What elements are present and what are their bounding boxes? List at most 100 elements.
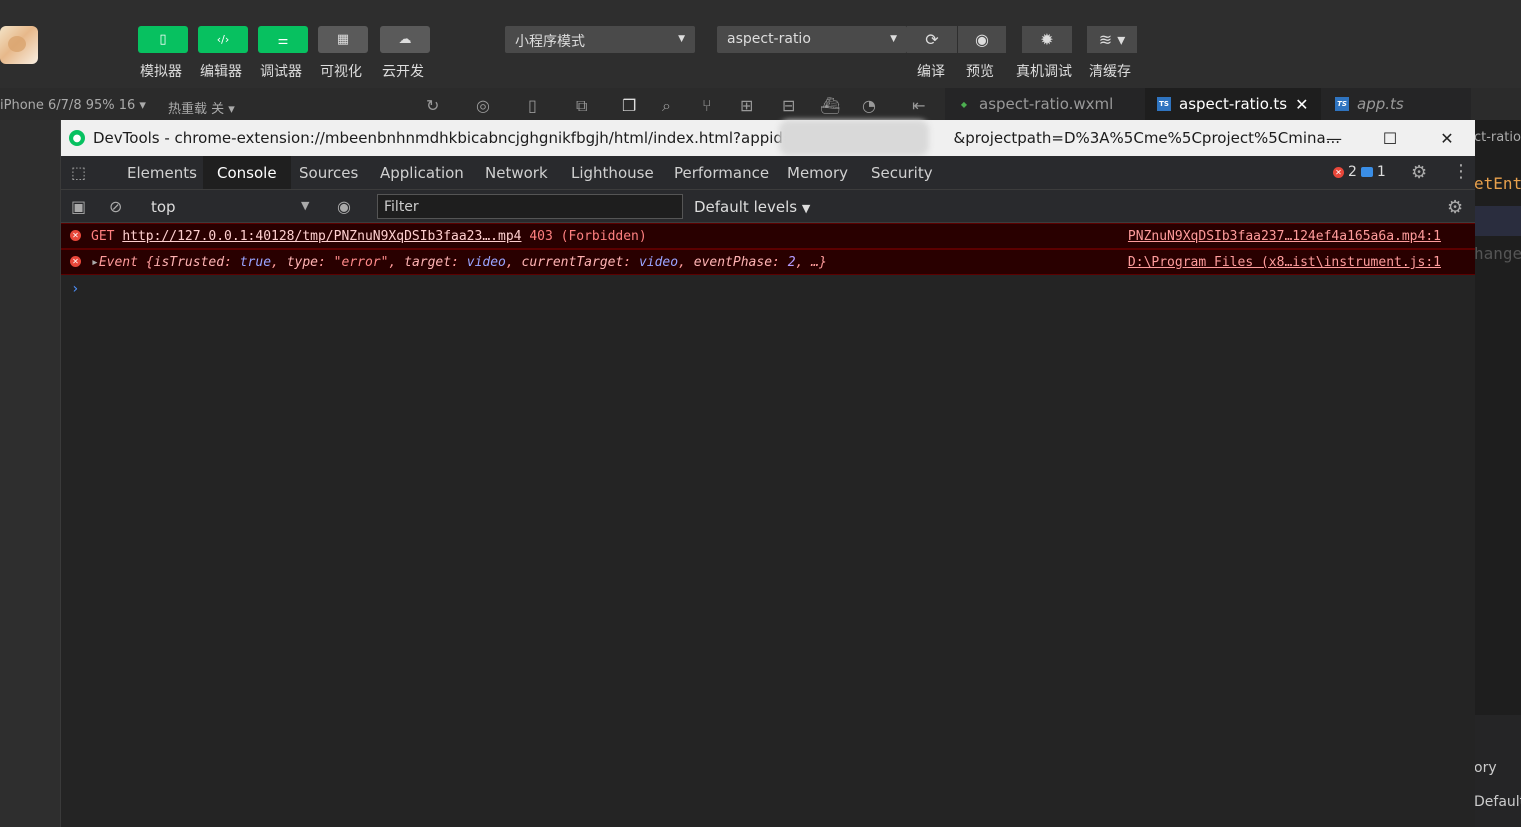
compile-mode-select[interactable]: aspect-ratio ▼ [717, 26, 907, 53]
cloud-label: 云开发 [382, 64, 424, 80]
device-select[interactable]: iPhone 6/7/8 95% 16 ▾ [0, 98, 146, 113]
editor-text: hange [1474, 244, 1521, 263]
stop-icon[interactable]: ◎ [476, 96, 490, 115]
source-link[interactable]: PNZnuN9XqDSIb3faa237…124ef4a165a6a.mp4:1 [1128, 229, 1441, 244]
editor-text: Default [1474, 794, 1521, 810]
more-icon[interactable]: ⋮ [1452, 161, 1470, 182]
source-link[interactable]: D:\Program Files (x8…ist\instrument.js:1 [1128, 255, 1441, 270]
editor-highlight [1474, 206, 1521, 236]
tab-security[interactable]: Security [857, 156, 947, 189]
http-method: GET [91, 229, 115, 244]
tab-aspect-ratio-ts[interactable]: TS aspect-ratio.ts ✕ [1145, 88, 1321, 120]
console-prompt[interactable]: › [71, 281, 79, 297]
storage-icon[interactable]: ⊟ [782, 96, 795, 115]
debugger-label: 调试器 [260, 64, 302, 80]
error-count: 2 [1348, 164, 1357, 180]
phone-icon[interactable]: ▯ [528, 96, 537, 115]
tab-performance[interactable]: Performance [660, 156, 783, 189]
clear-cache-button[interactable]: ≋ ▾ [1087, 26, 1137, 53]
rotate-icon[interactable]: ↻ [426, 96, 439, 115]
tab-network[interactable]: Network [471, 156, 562, 189]
console-toolbar: ▣ ⊘ top ▼ ◉ Default levels ▼ ⚙ [61, 190, 1475, 223]
docker-icon[interactable]: ⛴ [820, 96, 840, 115]
expand-triangle-icon[interactable]: ▸ [91, 255, 99, 270]
prop-value: true [239, 255, 272, 270]
tab-app-ts[interactable]: TS app.ts [1323, 88, 1471, 120]
filter-input[interactable] [377, 194, 683, 219]
bug-icon: ✹ [1040, 30, 1054, 49]
remote-debug-label: 真机调试 [1016, 64, 1072, 80]
search-icon[interactable]: ⌕ [662, 96, 671, 116]
chevron-down-icon: ▼ [678, 34, 685, 44]
title-left: DevTools - chrome-extension://mbeenbnhnm… [93, 129, 796, 147]
minimize-icon[interactable]: — [1319, 126, 1349, 150]
prop-value: "error" [333, 255, 389, 270]
cloud-button[interactable]: ☁ [380, 26, 430, 53]
clear-console-icon[interactable]: ⊘ [109, 197, 122, 216]
ts-file-icon: TS [1335, 97, 1349, 111]
hot-reload-toggle[interactable]: 热重载 关 ▾ [168, 98, 235, 117]
message-icon [1360, 167, 1373, 177]
preview-label: 预览 [966, 64, 994, 80]
error-icon: ✕ [1333, 166, 1344, 178]
sidebar-toggle-icon[interactable]: ▣ [71, 197, 86, 216]
request-url[interactable]: http://127.0.0.1:40128/tmp/PNZnuN9XqDSIb… [122, 229, 521, 244]
tab-application[interactable]: Application [366, 156, 478, 189]
prop-value: 2 [787, 255, 796, 270]
close-icon[interactable]: ✕ [1295, 95, 1308, 114]
mode-select[interactable]: 小程序模式 ▼ [505, 26, 695, 53]
simulator-button[interactable]: ▯ [138, 26, 188, 53]
files-icon[interactable]: ❐ [622, 96, 636, 115]
editor-button[interactable]: ‹/› [198, 26, 248, 53]
tab-memory[interactable]: Memory [773, 156, 862, 189]
tab-label: aspect-ratio.wxml [979, 95, 1114, 113]
context-select[interactable]: top [151, 198, 176, 216]
console-message: ✕ GET http://127.0.0.1:40128/tmp/PNZnuN9… [61, 223, 1475, 249]
eye-icon[interactable]: ◉ [337, 197, 351, 216]
message-body[interactable]: ▸Event {isTrusted: true, type: "error", … [91, 255, 827, 270]
window-icon[interactable]: ⧉ [576, 96, 587, 116]
prop-key: currentTarget [521, 255, 624, 270]
prop-key: eventPhase [693, 255, 773, 270]
prop-value: video [466, 255, 506, 270]
event-suffix: …} [811, 255, 827, 270]
editor-edge: ct-ratio etEnt hange ory Default [1474, 120, 1521, 827]
editor-text: ct-ratio [1474, 130, 1521, 145]
status-text: 403 (Forbidden) [529, 229, 647, 244]
levels-select[interactable]: Default levels ▼ [694, 198, 810, 216]
tab-elements[interactable]: Elements [113, 156, 211, 189]
wxml-file-icon: ◆ [960, 99, 968, 109]
chevron-down-icon: ▼ [301, 199, 310, 212]
levels-label: Default levels [694, 198, 798, 216]
extensions-icon[interactable]: ⊞ [740, 96, 753, 115]
editor-label: 编辑器 [200, 64, 242, 80]
compile-button[interactable]: ⟳ [907, 26, 957, 53]
debug-sliders-icon: ⚌ [277, 32, 289, 47]
preview-button[interactable]: ◉ [958, 26, 1006, 53]
tab-console[interactable]: Console [203, 156, 291, 189]
console-output: ✕ GET http://127.0.0.1:40128/tmp/PNZnuN9… [61, 223, 1475, 827]
debugger-button[interactable]: ⚌ [258, 26, 308, 53]
inspect-element-icon[interactable]: ⬚ [71, 163, 93, 183]
remote-debug-button[interactable]: ✹ [1022, 26, 1072, 53]
title-right: &projectpath=D%3A%5Cme%5Cproject%5Cmina.… [953, 129, 1341, 147]
simulator-label: 模拟器 [140, 64, 182, 80]
tab-sources[interactable]: Sources [285, 156, 372, 189]
gear-icon[interactable]: ⚙ [1411, 162, 1427, 183]
issues-counter[interactable]: ✕ 2 1 [1333, 164, 1386, 180]
collapse-panel-icon[interactable]: ⇤ [912, 96, 925, 115]
timeline-icon[interactable]: ◔ [862, 96, 876, 115]
prop-value: video [638, 255, 679, 270]
maximize-icon[interactable]: ☐ [1375, 126, 1405, 150]
gear-icon[interactable]: ⚙ [1447, 197, 1463, 218]
tab-aspect-ratio-wxml[interactable]: ◆ aspect-ratio.wxml [945, 88, 1143, 120]
prop-key: type [286, 255, 319, 270]
close-icon[interactable]: ✕ [1432, 126, 1462, 150]
visual-button[interactable]: ▦ [318, 26, 368, 53]
app-icon: ● [69, 130, 85, 146]
avatar[interactable] [0, 26, 38, 64]
git-branch-icon[interactable]: ⑂ [702, 96, 712, 115]
tab-lighthouse[interactable]: Lighthouse [557, 156, 668, 189]
error-icon: ✕ [70, 230, 81, 241]
devtools-title: DevTools - chrome-extension://mbeenbnhnm… [93, 129, 1340, 147]
